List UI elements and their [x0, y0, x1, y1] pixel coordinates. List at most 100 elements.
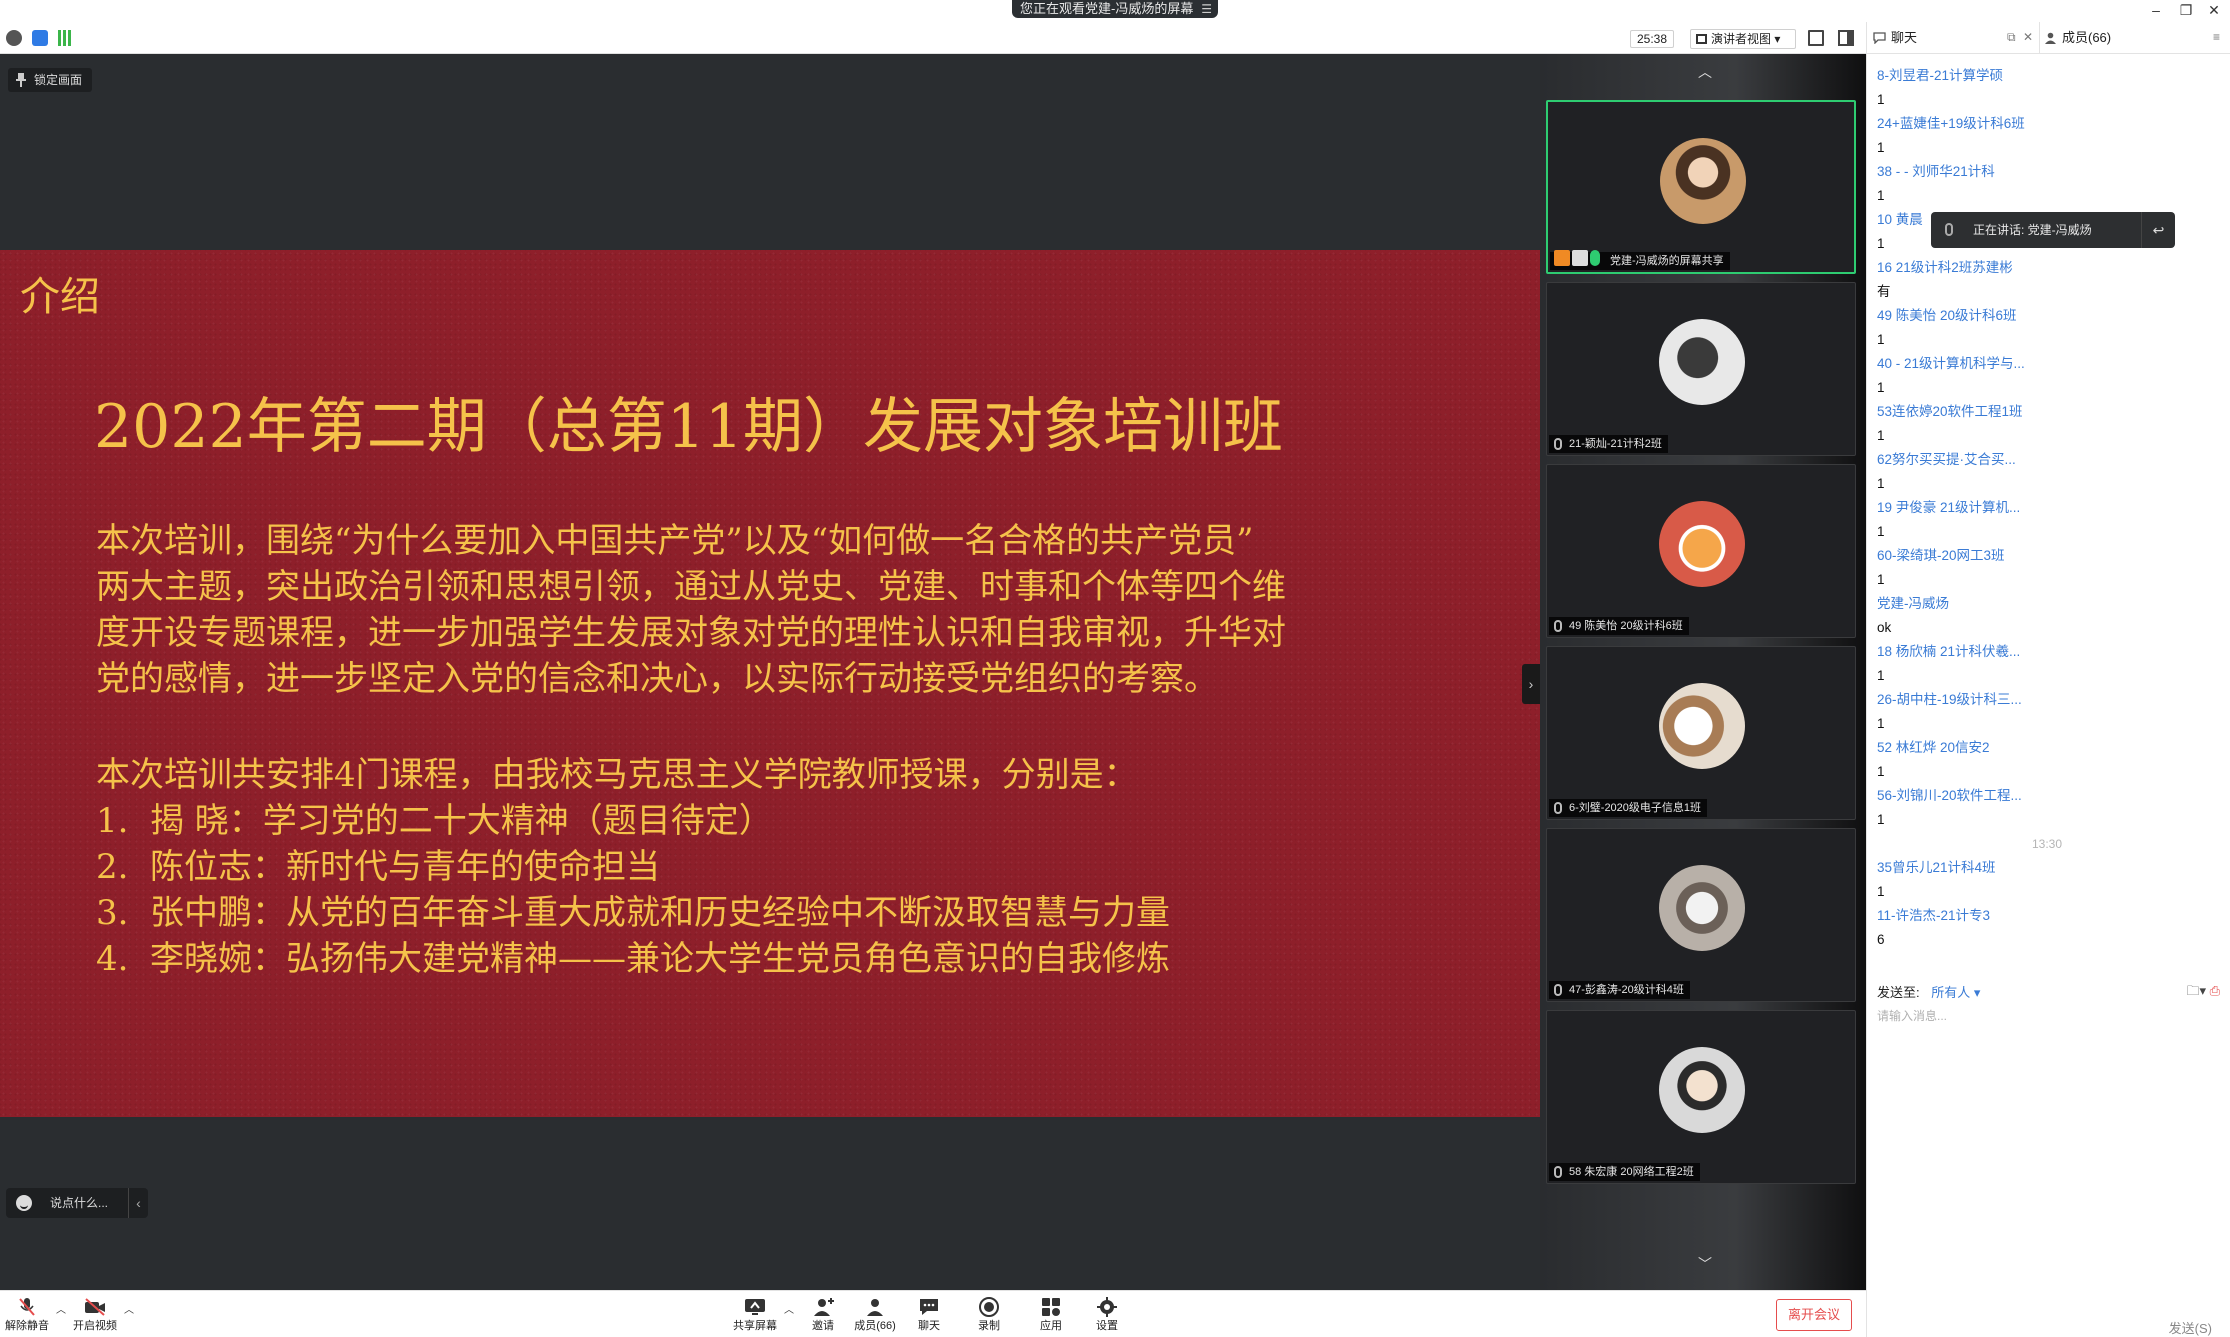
tab-members[interactable]: 成员(66): [2039, 22, 2111, 54]
lock-view-button[interactable]: 锁定画面: [8, 68, 92, 92]
settings-button[interactable]: 设置: [1080, 1295, 1134, 1335]
record-button[interactable]: 录制: [962, 1295, 1016, 1335]
lock-view-label: 锁定画面: [34, 73, 83, 87]
fullscreen-icon[interactable]: [1808, 30, 1824, 46]
add-user-icon: [814, 1298, 834, 1316]
shield-icon[interactable]: [32, 30, 48, 46]
course-item: 2. 陈位志：新时代与青年的使命担当: [96, 847, 660, 887]
video-tile[interactable]: 21-颖灿-21计科2班: [1546, 282, 1856, 456]
share-banner[interactable]: 您正在观看党建-冯威炀的屏幕 ☰: [1012, 0, 1218, 18]
chat-sender[interactable]: 19 尹俊豪 21级计算机...: [1877, 496, 2217, 520]
mic-options-caret[interactable]: ︿: [56, 1301, 66, 1316]
video-tile[interactable]: 6-刘璧-2020级电子信息1班: [1546, 646, 1856, 820]
chat-sender[interactable]: 18 杨欣楠 21计科伏羲...: [1877, 640, 2217, 664]
quick-chat-placeholder: 说点什么...: [50, 1196, 109, 1210]
chat-sender[interactable]: 38 - - 刘师华21计科: [1877, 160, 2217, 184]
reply-icon[interactable]: ↩: [2141, 212, 2175, 248]
chat-sender[interactable]: 11-许浩杰-21计专3: [1877, 904, 2217, 928]
chat-sender[interactable]: 49 陈美怡 20级计科6班: [1877, 304, 2217, 328]
quick-chat-input[interactable]: 说点什么... ‹: [6, 1188, 148, 1218]
screenshot-icon[interactable]: ⎙: [2210, 983, 2220, 998]
meeting-window: 您正在观看党建-冯威炀的屏幕 ☰ – ❐ ✕ 25:38 演讲者视图 ▾ 锁定画…: [0, 0, 2230, 1337]
avatar: [1659, 683, 1745, 769]
sidebar-toggle-icon[interactable]: [1838, 30, 1854, 46]
panel-menu-icon[interactable]: ≡: [2213, 30, 2220, 44]
leave-meeting-button[interactable]: 离开会议: [1776, 1299, 1852, 1331]
send-button[interactable]: 发送(S): [2169, 1318, 2212, 1337]
screen-share-icon: [1572, 250, 1588, 266]
participant-name: 47-彭鑫涛-20级计科4班: [1549, 981, 1690, 999]
members-button[interactable]: 成员(66): [848, 1295, 902, 1335]
chat-sender[interactable]: 24+蓝婕佳+19级计科6班: [1877, 112, 2217, 136]
camera-off-icon: [85, 1298, 105, 1316]
paragraph-line: 本次培训，围绕“为什么要加入中国共产党”以及“如何做一名合格的共产党员”: [96, 521, 1254, 561]
pin-icon: [16, 73, 26, 87]
chat-sender[interactable]: 26-胡中柱-19级计科三...: [1877, 688, 2217, 712]
invite-label: 邀请: [812, 1320, 834, 1332]
chevron-down-icon[interactable]: ﹀: [1690, 1254, 1720, 1274]
chat-panel: 聊天 ⧉ ✕ 成员(66) ≡ 8-刘昱君-21计算学硕 1 24+蓝婕佳+19级计…: [1866, 22, 2230, 1337]
chat-sender[interactable]: 35曾乐儿21计科4班: [1877, 856, 2217, 880]
chat-message-list[interactable]: 8-刘昱君-21计算学硕 1 24+蓝婕佳+19级计科6班 1 38 - - 刘师华21…: [1877, 64, 2217, 952]
video-tile[interactable]: 47-彭鑫涛-20级计科4班: [1546, 828, 1856, 1002]
close-icon[interactable]: ✕: [2023, 30, 2033, 44]
collapse-chevron-icon[interactable]: ‹: [128, 1188, 148, 1218]
chat-message-body: 1: [1877, 716, 1885, 731]
chat-sender[interactable]: 56-刘锦川-20软件工程...: [1877, 784, 2217, 808]
video-tile[interactable]: 党建-冯威炀的屏幕共享: [1546, 100, 1856, 274]
share-screen-button[interactable]: 共享屏幕: [728, 1295, 782, 1335]
apps-button[interactable]: 应用: [1024, 1295, 1078, 1335]
share-options-caret[interactable]: ︿: [784, 1301, 794, 1316]
chat-button[interactable]: 聊天: [902, 1295, 956, 1335]
tab-chat[interactable]: 聊天: [1869, 22, 1917, 54]
course-intro: 本次培训共安排4门课程，由我校马克思主义学院教师授课，分别是：: [96, 755, 1138, 795]
members-icon: [867, 1299, 883, 1316]
avatar: [1660, 138, 1746, 224]
video-tile[interactable]: 49 陈美怡 20级计科6班: [1546, 464, 1856, 638]
chat-message-body: 1: [1877, 572, 1885, 587]
restore-icon[interactable]: ❐: [2172, 1, 2200, 19]
members-icon: [2045, 32, 2056, 44]
close-icon[interactable]: ✕: [2200, 1, 2228, 19]
slide-paragraph: 本次培训，围绕“为什么要加入中国共产党”以及“如何做一名合格的共产党员” 两大主…: [96, 518, 1496, 702]
shared-screen-stage: 锁定画面 介绍 2022年第二期（总第11期）发展对象培训班 本次培训，围绕“为…: [0, 54, 1540, 1290]
chat-sender[interactable]: 40 - 21级计算机科学与...: [1877, 352, 2217, 376]
chat-sender[interactable]: 16 21级计科2班苏建彬: [1877, 256, 2217, 280]
chat-sender[interactable]: 60-梁绮琪-20网工3班: [1877, 544, 2217, 568]
unmute-label: 解除静音: [5, 1320, 49, 1332]
file-icon[interactable]: 🗀▾: [2186, 983, 2206, 998]
chat-timestamp: 13:30: [2031, 837, 2063, 851]
video-options-caret[interactable]: ︿: [124, 1301, 134, 1316]
chevron-up-icon[interactable]: ︿: [1690, 62, 1720, 82]
meeting-toolbar: 25:38 演讲者视图 ▾: [0, 22, 1866, 54]
bottom-controls: 解除静音 ︿ 开启视频 ︿ 共享屏幕 ︿ 邀请 成员(66) 聊天 录制 应用 …: [0, 1290, 1866, 1337]
emoji-icon[interactable]: [16, 1195, 32, 1211]
chat-message-body: 1: [1877, 764, 1885, 779]
chat-sender[interactable]: 53连依婷20软件工程1班: [1877, 400, 2217, 424]
chat-sender[interactable]: 党建-冯威炀: [1877, 592, 2217, 616]
mic-muted-icon: [1554, 802, 1562, 814]
mic-muted-icon: [1554, 438, 1562, 450]
split-handle[interactable]: ›: [1522, 664, 1540, 704]
chat-message-input[interactable]: [1877, 1006, 2217, 1026]
chat-sender[interactable]: 8-刘昱君-21计算学硕: [1877, 64, 2217, 88]
chat-sender[interactable]: 62努尔买买提·艾合买...: [1877, 448, 2217, 472]
chat-tools: 🗀▾ ⎙: [2186, 982, 2220, 1004]
start-video-button[interactable]: 开启视频: [68, 1295, 122, 1335]
minimize-icon[interactable]: –: [2142, 1, 2170, 19]
chat-sender[interactable]: 52 林红烨 20信安2: [1877, 736, 2217, 760]
send-to-select[interactable]: 所有人 ▾: [1931, 985, 1980, 1000]
signal-icon[interactable]: [58, 30, 74, 46]
chat-icon: [920, 1299, 938, 1315]
invite-button[interactable]: 邀请: [796, 1295, 850, 1335]
chat-message-body: 1: [1877, 428, 1885, 443]
settings-label: 设置: [1096, 1320, 1118, 1332]
unmute-button[interactable]: 解除静音: [0, 1295, 54, 1335]
video-tile[interactable]: 58 朱宏康 20网络工程2班: [1546, 1010, 1856, 1184]
info-icon[interactable]: [6, 30, 22, 46]
popout-icon[interactable]: ⧉: [2007, 30, 2016, 45]
avatar: [1659, 319, 1745, 405]
hamburger-icon[interactable]: ☰: [1201, 0, 1212, 18]
speaker-view-button[interactable]: 演讲者视图 ▾: [1690, 29, 1796, 49]
chat-message-body: 6: [1877, 932, 1885, 947]
